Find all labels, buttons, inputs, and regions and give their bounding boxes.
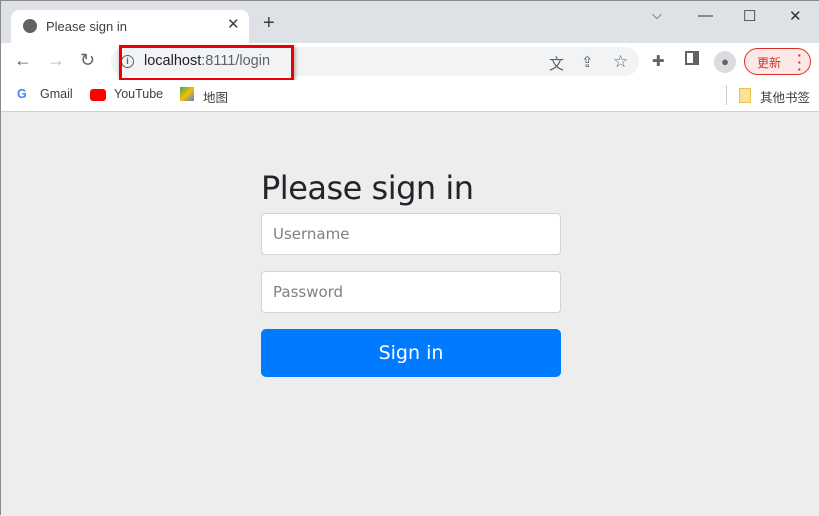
youtube-icon — [90, 89, 106, 101]
divider — [726, 85, 727, 105]
bookmarks-bar: G Gmail YouTube 地图 其他书签 — [1, 80, 819, 112]
update-label: 更新 — [757, 56, 782, 70]
bookmark-youtube[interactable]: YouTube — [114, 87, 163, 101]
bookmark-star-icon[interactable]: ☆ — [613, 52, 628, 72]
reload-button[interactable]: ↻ — [80, 50, 95, 71]
tab-title: Please sign in — [46, 19, 127, 34]
tab-search-icon[interactable]: ⌵ — [652, 7, 662, 23]
back-button[interactable]: ← — [14, 50, 32, 71]
bookmark-maps[interactable]: 地图 — [203, 87, 228, 106]
username-input[interactable] — [261, 213, 561, 255]
extensions-icon[interactable]: ✚ — [652, 52, 665, 70]
tab-strip: Please sign in ✕ + ⌵ — ☐ ✕ — [1, 1, 819, 43]
close-window-button[interactable]: ✕ — [789, 7, 802, 25]
maps-icon — [180, 87, 194, 101]
forward-button[interactable]: → — [47, 50, 65, 71]
bookmark-gmail[interactable]: Gmail — [40, 87, 73, 101]
globe-icon — [23, 19, 37, 33]
page-title: Please sign in — [261, 169, 474, 207]
other-bookmarks[interactable]: 其他书签 — [760, 87, 810, 106]
translate-icon[interactable]: ⽂ — [549, 53, 564, 74]
browser-tab[interactable]: Please sign in ✕ — [11, 10, 249, 43]
side-panel-icon[interactable] — [685, 51, 699, 65]
close-tab-icon[interactable]: ✕ — [227, 15, 240, 33]
google-icon: G — [17, 87, 27, 101]
profile-avatar[interactable]: ● — [714, 51, 736, 73]
share-icon[interactable]: ⇪ — [581, 53, 594, 71]
new-tab-button[interactable]: + — [263, 13, 275, 33]
folder-icon — [739, 88, 751, 103]
minimize-button[interactable]: — — [698, 7, 713, 24]
menu-icon[interactable]: · · · — [797, 48, 802, 76]
sign-in-button[interactable]: Sign in — [261, 329, 561, 377]
maximize-button[interactable]: ☐ — [743, 7, 756, 25]
password-input[interactable] — [261, 271, 561, 313]
url-highlight-box — [119, 45, 294, 81]
update-button[interactable]: 更新 · · · — [744, 48, 811, 76]
